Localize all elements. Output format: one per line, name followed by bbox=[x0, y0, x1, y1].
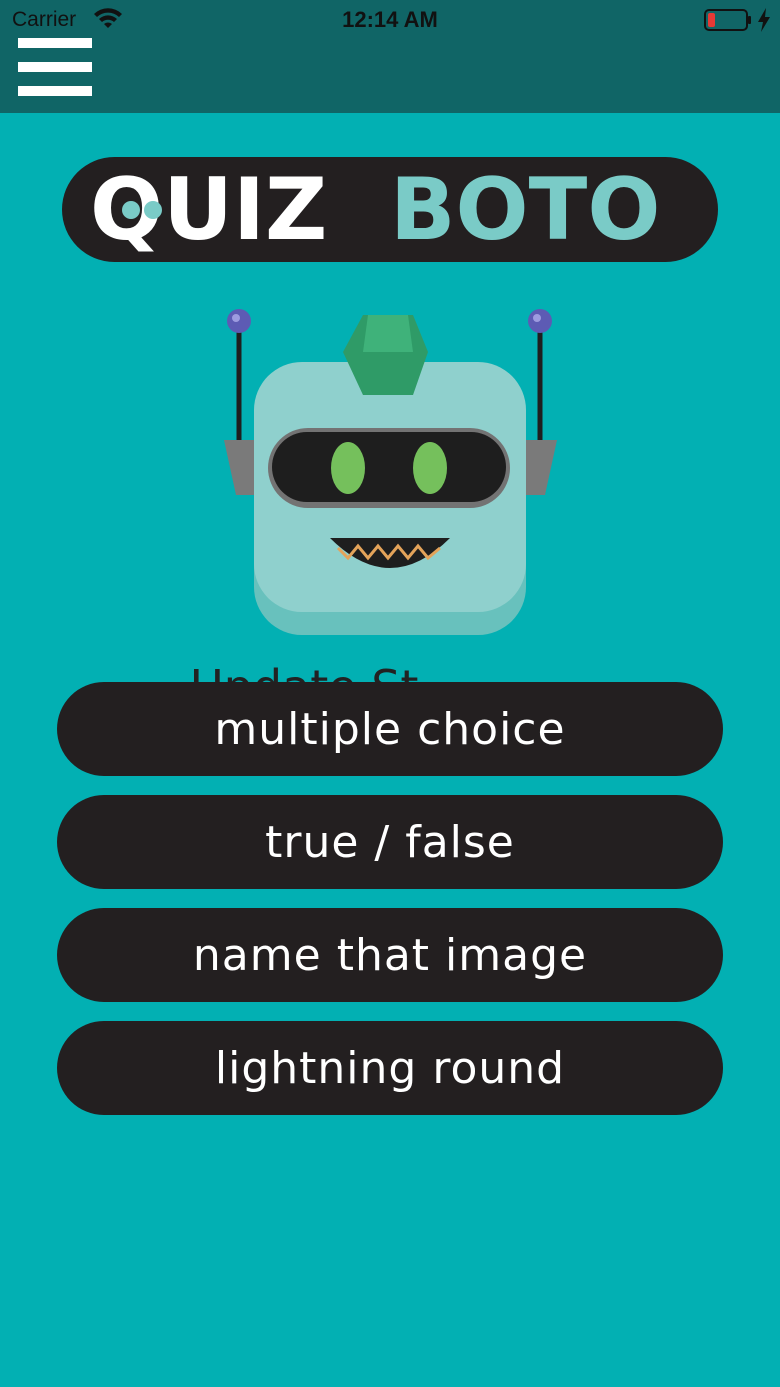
quizboto-logo: QUIZ BOTO bbox=[62, 157, 718, 262]
menu-bar-line bbox=[18, 38, 92, 48]
hamburger-menu-button[interactable] bbox=[18, 38, 92, 96]
name-that-image-button[interactable]: name that image bbox=[57, 908, 723, 1002]
status-bar: Carrier 12:14 AM bbox=[0, 0, 780, 40]
lightning-round-button[interactable]: lightning round bbox=[57, 1021, 723, 1115]
menu-bar-line bbox=[18, 62, 92, 72]
menu-bar-line bbox=[18, 86, 92, 96]
multiple-choice-button[interactable]: multiple choice bbox=[57, 682, 723, 776]
logo-eye-right bbox=[144, 201, 162, 219]
charging-bolt-icon bbox=[758, 8, 770, 32]
true-false-button[interactable]: true / false bbox=[57, 795, 723, 889]
robot-mascot-illustration bbox=[224, 309, 557, 635]
logo-eye-left bbox=[122, 201, 140, 219]
battery-icon bbox=[704, 9, 751, 31]
clock: 12:14 AM bbox=[342, 7, 438, 32]
logo-text-boto: BOTO bbox=[390, 160, 660, 260]
